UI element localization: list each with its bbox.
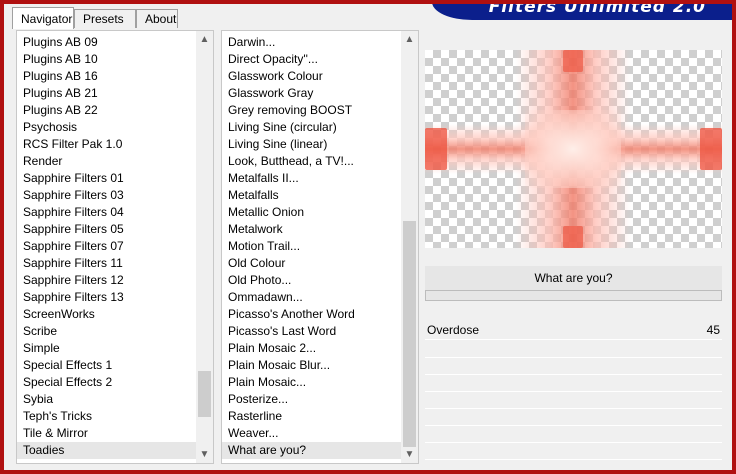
tab-about[interactable]: About <box>136 9 178 28</box>
filter-items: Darwin... Direct Opacity''... Glasswork Co… <box>222 34 401 459</box>
filter-list-item[interactable]: Metalfalls <box>222 187 401 204</box>
category-list-item[interactable]: Simple <box>17 340 196 357</box>
progress-bar <box>425 290 722 301</box>
category-list-item[interactable]: Sapphire Filters 07 <box>17 238 196 255</box>
preview-glow-bottom <box>563 226 583 248</box>
scroll-up-icon[interactable]: ▲ <box>196 31 213 48</box>
filter-list-item[interactable]: Picasso's Last Word <box>222 323 401 340</box>
category-list-item[interactable]: Sapphire Filters 03 <box>17 187 196 204</box>
scroll-up-icon[interactable]: ▲ <box>401 31 418 48</box>
category-list-item[interactable]: Special Effects 2 <box>17 374 196 391</box>
param-value: 45 <box>706 323 720 337</box>
category-list-item[interactable]: ScreenWorks <box>17 306 196 323</box>
category-list-item[interactable]: Sapphire Filters 04 <box>17 204 196 221</box>
category-list-item[interactable]: RCS Filter Pak 1.0 <box>17 136 196 153</box>
category-list-item[interactable]: Sapphire Filters 13 <box>17 289 196 306</box>
filter-list-item[interactable]: Metalwork <box>222 221 401 238</box>
filter-list-item[interactable]: Metalfalls II... <box>222 170 401 187</box>
parameter-panel: Overdose 45 <box>425 322 722 464</box>
param-label: Overdose <box>427 323 480 337</box>
filter-list-item[interactable]: Old Photo... <box>222 272 401 289</box>
category-list-item[interactable]: Special Effects 1 <box>17 357 196 374</box>
filter-list-item[interactable]: Metallic Onion <box>222 204 401 221</box>
filter-list-item[interactable]: Plain Mosaic Blur... <box>222 357 401 374</box>
param-separator <box>425 459 722 460</box>
filter-list-item[interactable]: Glasswork Gray <box>222 85 401 102</box>
filter-list-item[interactable]: Posterize... <box>222 391 401 408</box>
filter-list-item[interactable]: Weaver... <box>222 425 401 442</box>
filter-list-item[interactable]: What are you? <box>222 442 401 459</box>
filters-unlimited-window: Navigator Presets About Filters Unlimite… <box>4 4 732 470</box>
preview-glow-right <box>700 128 722 170</box>
category-list-item[interactable]: Tile & Mirror <box>17 425 196 442</box>
param-separator <box>425 391 722 392</box>
category-scrollbar[interactable]: ▲ ▼ <box>196 31 213 463</box>
category-list-item[interactable]: Plugins AB 09 <box>17 34 196 51</box>
scroll-thumb[interactable] <box>198 371 211 417</box>
filter-list-item[interactable]: Picasso's Another Word <box>222 306 401 323</box>
category-list-item[interactable]: Render <box>17 153 196 170</box>
filter-list-item[interactable]: Living Sine (circular) <box>222 119 401 136</box>
filter-list-item[interactable]: Plain Mosaic 2... <box>222 340 401 357</box>
filter-list-item[interactable]: Plain Mosaic... <box>222 374 401 391</box>
scroll-thumb[interactable] <box>403 221 416 447</box>
category-list-item[interactable]: Sapphire Filters 11 <box>17 255 196 272</box>
category-list-item[interactable]: Sybia <box>17 391 196 408</box>
scroll-down-icon[interactable]: ▼ <box>196 446 213 463</box>
category-list-item[interactable]: Plugins AB 16 <box>17 68 196 85</box>
category-list-item[interactable]: Plugins AB 21 <box>17 85 196 102</box>
category-items: Plugins AB 09 Plugins AB 10 Plugins AB 16 P… <box>17 34 196 459</box>
filter-scrollbar[interactable]: ▲ ▼ <box>401 31 418 463</box>
preview-glow-top <box>563 50 583 72</box>
filter-list-item[interactable]: Darwin... <box>222 34 401 51</box>
param-separator <box>425 425 722 426</box>
filter-list-item[interactable]: Ommadawn... <box>222 289 401 306</box>
preview-glow-left <box>425 128 447 170</box>
param-separator <box>425 408 722 409</box>
app-banner: Filters Unlimited 2.0 <box>432 4 732 20</box>
category-list-item[interactable]: Toadies <box>17 442 196 459</box>
banner-title: Filters Unlimited 2.0 <box>488 4 706 17</box>
filter-list[interactable]: Darwin... Direct Opacity''... Glasswork Co… <box>221 30 419 464</box>
preview-glow-center <box>525 110 621 188</box>
filter-list-item[interactable]: Old Colour <box>222 255 401 272</box>
category-list-item[interactable]: Sapphire Filters 12 <box>17 272 196 289</box>
category-list-item[interactable]: Psychosis <box>17 119 196 136</box>
category-list-item[interactable]: Sapphire Filters 05 <box>17 221 196 238</box>
param-separator <box>425 357 722 358</box>
param-row-overdose[interactable]: Overdose 45 <box>425 322 722 340</box>
category-list-item[interactable]: Sapphire Filters 01 <box>17 170 196 187</box>
filter-list-item[interactable]: Look, Butthead, a TV!... <box>222 153 401 170</box>
tab-presets[interactable]: Presets <box>74 9 136 28</box>
tab-navigator[interactable]: Navigator <box>12 7 74 29</box>
preview-image[interactable] <box>425 50 722 248</box>
filter-list-item[interactable]: Rasterline <box>222 408 401 425</box>
filter-list-item[interactable]: Motion Trail... <box>222 238 401 255</box>
category-list-item[interactable]: Scribe <box>17 323 196 340</box>
filter-list-item[interactable]: Grey removing BOOST <box>222 102 401 119</box>
scroll-down-icon[interactable]: ▼ <box>401 446 418 463</box>
filter-list-item[interactable]: Living Sine (linear) <box>222 136 401 153</box>
param-separator <box>425 442 722 443</box>
category-list-item[interactable]: Plugins AB 22 <box>17 102 196 119</box>
filter-list-item[interactable]: Direct Opacity''... <box>222 51 401 68</box>
param-separator <box>425 374 722 375</box>
category-list-item[interactable]: Teph's Tricks <box>17 408 196 425</box>
filter-list-item[interactable]: Glasswork Colour <box>222 68 401 85</box>
category-list[interactable]: Plugins AB 09 Plugins AB 10 Plugins AB 16 P… <box>16 30 214 464</box>
category-list-item[interactable]: Plugins AB 10 <box>17 51 196 68</box>
